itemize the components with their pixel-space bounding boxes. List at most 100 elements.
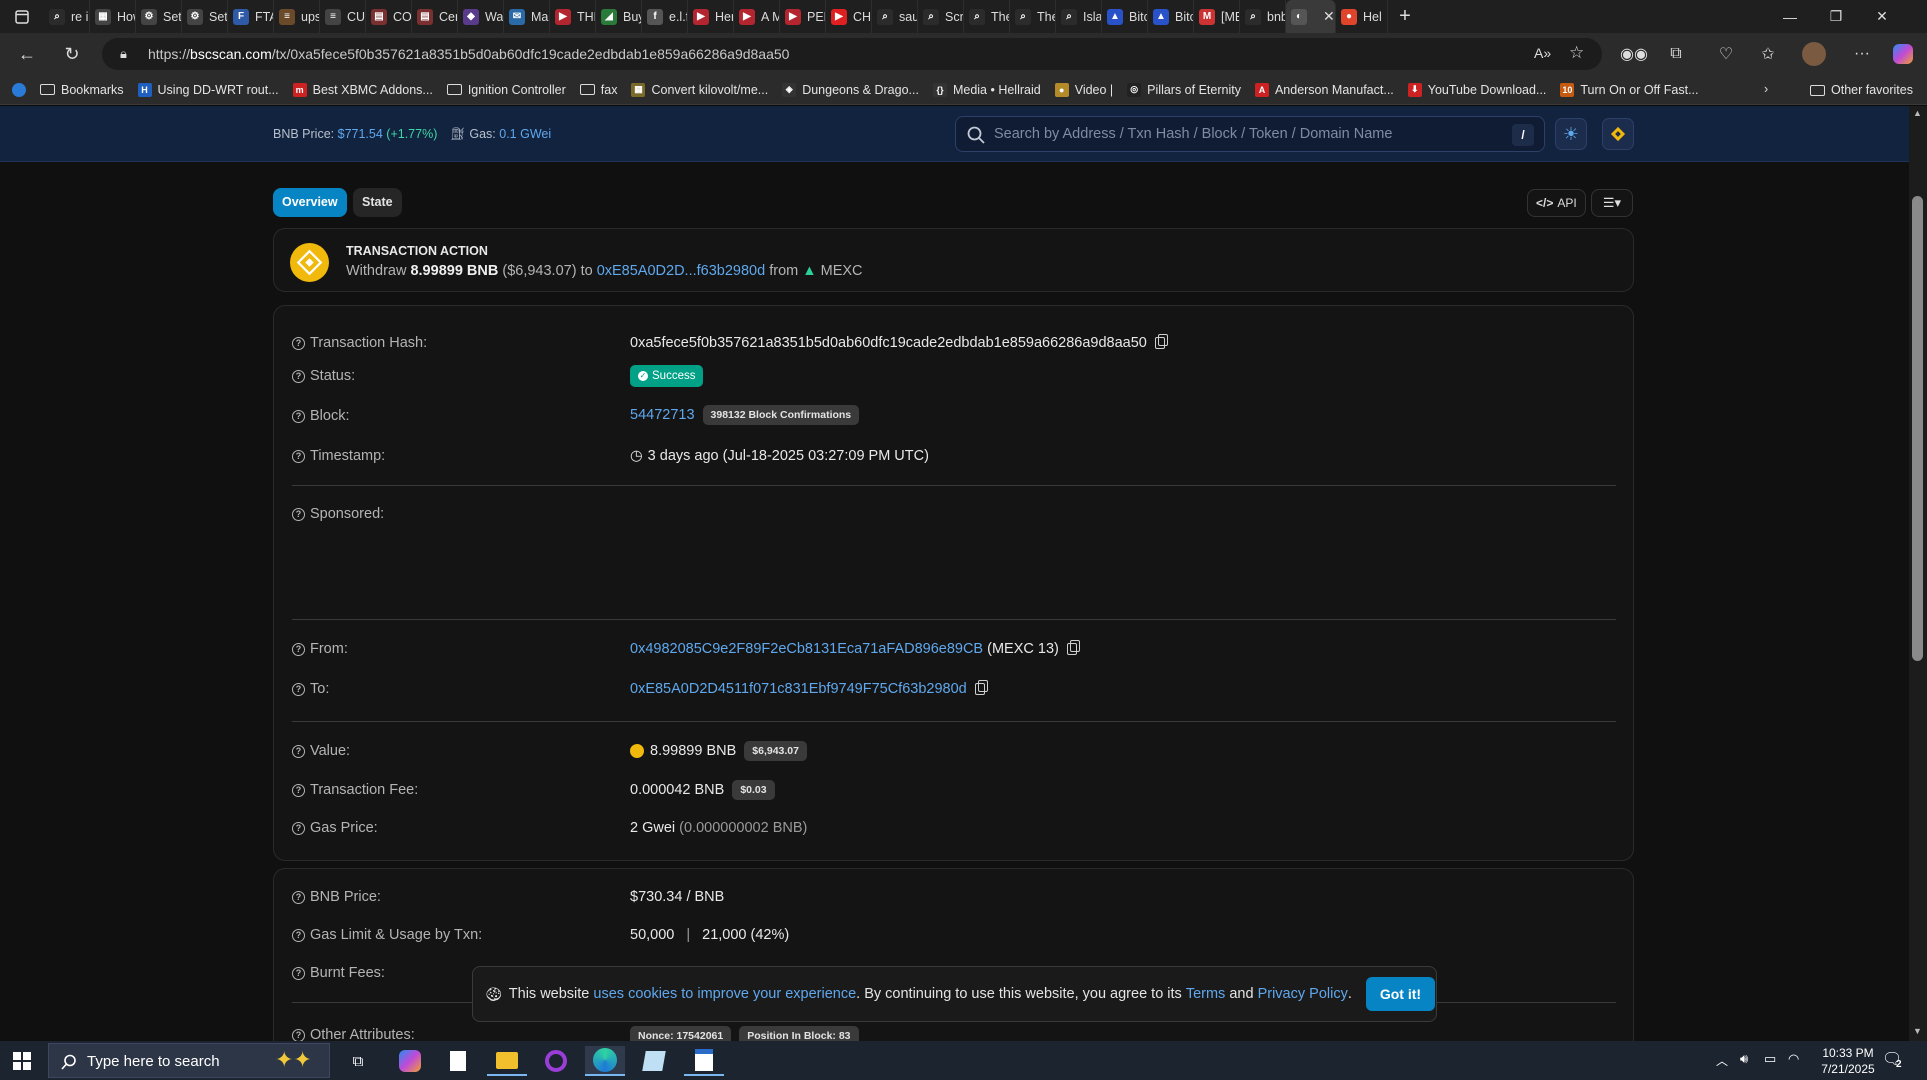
url-bar[interactable]: 🔒︎ https://bscscan.com/tx/0xa5fece5f0b35… (102, 38, 1602, 70)
show-hidden-icons-chevron-up-icon[interactable]: ︿ (1716, 1052, 1728, 1069)
api-button[interactable]: </> API (1527, 189, 1586, 217)
browser-tab[interactable]: ● Hel (1336, 0, 1388, 33)
browser-tab[interactable]: ▶ CHC (826, 0, 872, 33)
browser-tab[interactable]: ≡ CUS (320, 0, 366, 33)
wifi-icon[interactable]: ◠ (1788, 1051, 1799, 1067)
windows-start-icon[interactable] (2, 1046, 42, 1076)
privacy-policy-link[interactable]: Privacy Policy (1258, 986, 1348, 1002)
browser-tab[interactable]: ⌕ bnb (1240, 0, 1286, 33)
bookmark-item[interactable]: ◎ Pillars of Eternity (1127, 82, 1241, 97)
tab-actions-icon[interactable] (0, 0, 44, 33)
close-window-button[interactable]: ✕ (1859, 0, 1905, 33)
favorites-icon[interactable]: ✩ (1754, 40, 1782, 68)
browser-tab[interactable]: ⌕ The (964, 0, 1010, 33)
bookmark-label: Best XBMC Addons... (312, 82, 433, 97)
task-view-icon[interactable]: ⧉ (338, 1046, 378, 1076)
browser-tab[interactable]: M [ME (1194, 0, 1240, 33)
browser-tab[interactable]: ⌕ saul (872, 0, 918, 33)
copy-icon[interactable] (1066, 640, 1080, 655)
word-doc-icon[interactable] (684, 1046, 724, 1076)
browser-essentials-icon[interactable]: ♡ (1712, 40, 1740, 68)
browser-tab[interactable]: ≡ ups- (274, 0, 320, 33)
browser-tab[interactable]: ▲ Bitc (1148, 0, 1194, 33)
search-input[interactable]: Search by Address / Txn Hash / Block / T… (955, 116, 1545, 152)
edge-icon[interactable] (585, 1046, 625, 1076)
bookmark-item[interactable]: H Using DD-WRT rout... (137, 82, 279, 97)
back-arrow-icon[interactable]: ← (12, 39, 42, 69)
browser-tab[interactable]: ✉ Mail (504, 0, 550, 33)
theme-toggle-sun-icon[interactable]: ☀ (1555, 118, 1587, 150)
system-clock[interactable]: 10:33 PM 7/21/2025 (1813, 1045, 1883, 1077)
copilot-icon[interactable] (1889, 40, 1917, 68)
extensions-icon[interactable]: ⧉ (1662, 40, 1690, 68)
profile-avatar[interactable] (1800, 40, 1828, 68)
from-address-link[interactable]: 0x4982085C9e2F89F2eCb8131Eca71aFAD896e89… (630, 641, 983, 657)
page-scrollbar[interactable]: ▲ ▼ (1909, 106, 1927, 1041)
more-menu-icon[interactable]: ··· (1848, 40, 1876, 68)
terms-link[interactable]: Terms (1186, 986, 1225, 1002)
bookmark-item[interactable]: fax (579, 83, 617, 97)
bookmark-app-icon[interactable] (12, 82, 26, 97)
browser-tab[interactable]: f e.l.f. (642, 0, 688, 33)
action-to-address-link[interactable]: 0xE85A0D2D...f63b2980d (597, 263, 766, 279)
browser-tab[interactable]: F FTA (228, 0, 274, 33)
file-explorer-icon[interactable] (487, 1046, 527, 1076)
notepad-app-icon[interactable] (634, 1046, 674, 1076)
bnb-network-icon[interactable] (1602, 118, 1634, 150)
browser-tab[interactable]: ⌕ re in (44, 0, 90, 33)
copilot-taskbar-icon[interactable] (390, 1046, 430, 1076)
bookmark-item[interactable]: m Best XBMC Addons... (292, 82, 433, 97)
browser-tab[interactable]: ▦ How (90, 0, 136, 33)
bookmark-item[interactable]: ◈ Dungeons & Drago... (782, 82, 919, 97)
extension-glasses-icon[interactable]: ◉◉ (1620, 40, 1648, 68)
browser-tab[interactable]: ▶ Here (688, 0, 734, 33)
tab-state[interactable]: State (353, 188, 402, 217)
browser-tab[interactable]: ▶ A M (734, 0, 780, 33)
tab-overview[interactable]: Overview (273, 188, 347, 217)
browser-tab[interactable]: ◆ Wat (458, 0, 504, 33)
volume-icon[interactable]: 🔊︎ (1740, 1051, 1748, 1067)
browser-tab[interactable]: ▲ Bitc (1102, 0, 1148, 33)
browser-tab[interactable]: ◢ Buyi (596, 0, 642, 33)
browser-tab[interactable]: ▤ COI (366, 0, 412, 33)
bookmark-item[interactable]: Ignition Controller (446, 83, 566, 97)
scrollbar-thumb[interactable] (1912, 196, 1923, 661)
maximize-button[interactable]: ❐ (1813, 0, 1859, 33)
browser-tab[interactable]: ▶ THE (550, 0, 596, 33)
browser-tab[interactable]: ⚙ Setti (182, 0, 228, 33)
cookie-accept-button[interactable]: Got it! (1365, 977, 1436, 1011)
browser-tab[interactable]: ⌕ Scri (918, 0, 964, 33)
browser-tab[interactable]: ⚙ Setti (136, 0, 182, 33)
browser-tab[interactable]: ◐ ✕ (1286, 0, 1336, 33)
cookies-link[interactable]: uses cookies to improve your experience (593, 986, 856, 1002)
to-address-link[interactable]: 0xE85A0D2D4511f071c831Ebf9749F75Cf63b298… (630, 681, 967, 697)
chevron-right-icon[interactable]: › (1764, 82, 1768, 96)
list-options-icon[interactable]: ☰▾ (1591, 189, 1633, 217)
bookmark-item[interactable]: ● Video | (1054, 82, 1113, 97)
copy-icon[interactable] (1154, 334, 1168, 349)
battery-icon[interactable]: ▭ (1764, 1051, 1776, 1067)
bookmark-item[interactable]: {} Media • Hellraid (932, 82, 1041, 97)
favorite-star-icon[interactable]: ☆ (1569, 43, 1584, 63)
refresh-icon[interactable]: ↻ (57, 39, 87, 69)
browser-tab[interactable]: ▶ PEN (780, 0, 826, 33)
bookmark-item[interactable]: ⬇ YouTube Download... (1407, 82, 1546, 97)
taskbar-search-input[interactable]: Type here to search ✦✦ (48, 1043, 330, 1078)
new-tab-button[interactable]: + (1388, 0, 1422, 33)
browser-tab[interactable]: ⌕ Islar (1056, 0, 1102, 33)
browser-tab[interactable]: ▤ Cert (412, 0, 458, 33)
bookmark-item[interactable]: 10 Turn On or Off Fast... (1560, 82, 1698, 97)
bookmark-item[interactable]: ▦ Convert kilovolt/me... (631, 82, 768, 97)
bookmark-item[interactable]: Bookmarks (40, 83, 124, 97)
copy-icon[interactable] (974, 680, 988, 695)
block-link[interactable]: 54472713 (630, 407, 695, 423)
browser-tab[interactable]: ⌕ The (1010, 0, 1056, 33)
close-tab-icon[interactable]: ✕ (1323, 8, 1335, 25)
notepad-icon[interactable] (438, 1046, 478, 1076)
minimize-button[interactable]: — (1767, 0, 1813, 33)
cortana-icon[interactable] (536, 1046, 576, 1076)
notification-center-icon[interactable]: 🗨︎ 2 (1882, 1049, 1910, 1073)
bookmark-item[interactable]: A Anderson Manufact... (1254, 82, 1394, 97)
other-favorites[interactable]: Other favorites (1810, 83, 1913, 97)
read-aloud-icon[interactable]: A» (1534, 45, 1551, 61)
